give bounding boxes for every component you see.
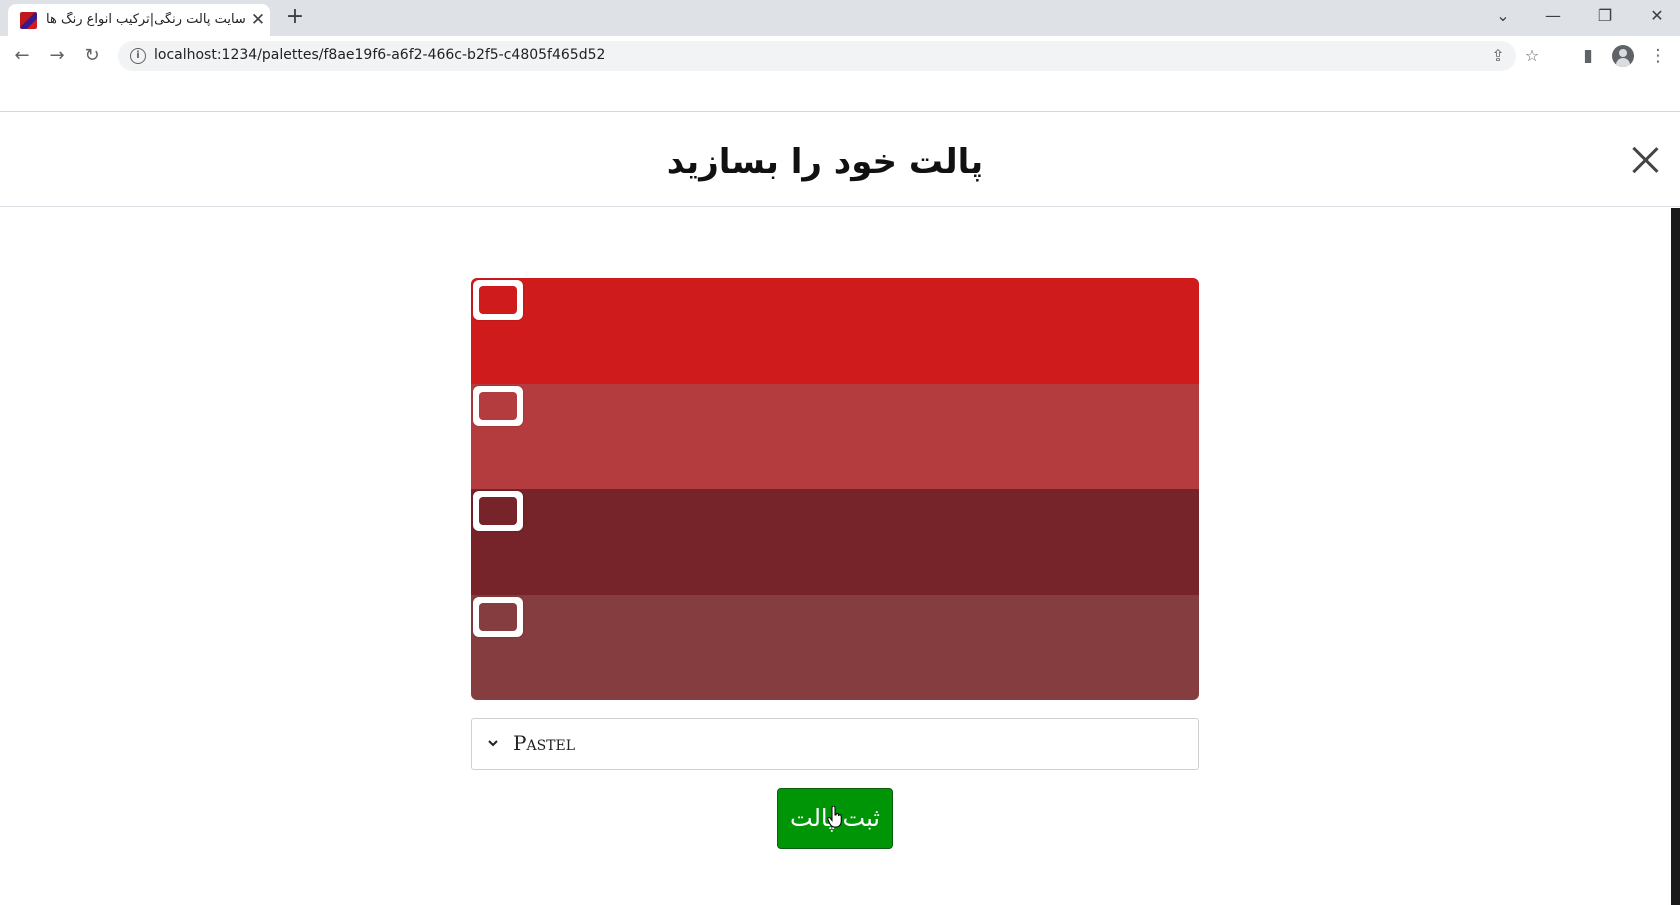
tab-close-icon[interactable]: ✕ [248, 10, 268, 30]
minimize-button[interactable]: — [1538, 3, 1568, 29]
category-select[interactable]: Pastel [471, 718, 1199, 770]
palette-swatch[interactable] [471, 489, 1199, 595]
back-button[interactable]: ← [8, 42, 36, 70]
profile-avatar-icon[interactable] [1612, 45, 1634, 67]
palette-swatch[interactable] [471, 383, 1199, 489]
forward-button[interactable]: → [43, 42, 71, 70]
swatch-color-chip [479, 286, 517, 314]
site-favicon-icon [20, 12, 37, 29]
category-select-value: Pastel [513, 731, 576, 755]
swatch-select-checkbox[interactable] [473, 280, 523, 320]
swatch-color-chip [479, 602, 517, 631]
url-text[interactable]: localhost:1234/palettes/f8ae19f6-a6f2-46… [154, 47, 605, 63]
restore-button[interactable]: ❐ [1590, 3, 1620, 29]
palette-preview [471, 278, 1199, 700]
side-panel-icon[interactable]: ▮ [1576, 44, 1600, 68]
bookmark-star-icon[interactable]: ☆ [1522, 46, 1542, 66]
swatch-color-chip [479, 391, 517, 420]
swatch-select-checkbox[interactable] [473, 385, 523, 426]
modal-header: پالت خود را بسازید [0, 112, 1680, 207]
hand-cursor-icon [827, 806, 842, 828]
tab-title: سایت پالت رنگی|ترکیب انواع رنگ ها [46, 12, 246, 27]
window-close-button[interactable]: ✕ [1642, 3, 1672, 29]
site-info-icon[interactable]: i [130, 48, 146, 64]
browser-tab-bar: سایت پالت رنگی|ترکیب انواع رنگ ها ✕ + ⌄ … [0, 0, 1680, 36]
browser-tab[interactable]: سایت پالت رنگی|ترکیب انواع رنگ ها ✕ [8, 4, 270, 36]
swatch-color-chip [479, 497, 517, 525]
page-scrollbar[interactable] [1671, 208, 1680, 905]
palette-swatch[interactable] [471, 278, 1199, 384]
tab-search-chevron-icon[interactable]: ⌄ [1488, 3, 1518, 29]
swatch-select-checkbox[interactable] [473, 596, 523, 637]
close-icon[interactable] [1630, 145, 1660, 175]
reload-button[interactable]: ↻ [78, 42, 106, 70]
palette-swatch[interactable] [471, 594, 1199, 700]
browser-menu-icon[interactable]: ⋮ [1646, 44, 1670, 68]
swatch-select-checkbox[interactable] [473, 491, 523, 531]
new-tab-button[interactable]: + [283, 5, 307, 29]
share-icon[interactable]: ⇪ [1488, 46, 1508, 66]
modal-title: پالت خود را بسازید [666, 142, 984, 182]
address-bar[interactable]: i localhost:1234/palettes/f8ae19f6-a6f2-… [118, 41, 1539, 71]
chevron-down-icon [488, 740, 498, 747]
browser-toolbar: ← → ↻ i localhost:1234/palettes/f8ae19f6… [0, 36, 1680, 76]
